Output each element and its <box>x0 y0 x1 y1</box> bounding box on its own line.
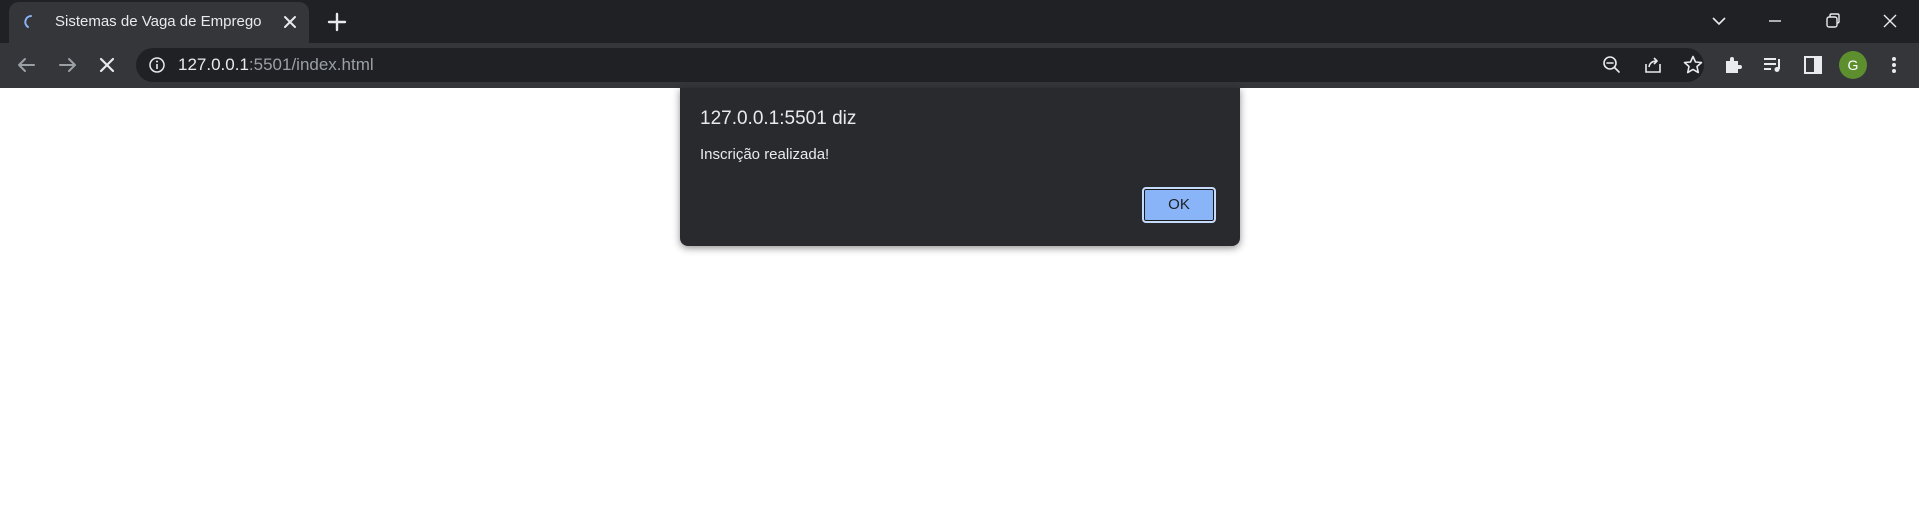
ok-button[interactable]: OK <box>1142 187 1216 223</box>
loading-spinner-icon <box>24 15 32 28</box>
browser-titlebar: Sistemas de Vaga de Emprego <box>0 0 1919 43</box>
url-host: 127.0.0.1 <box>178 55 249 74</box>
close-icon[interactable] <box>1875 6 1905 36</box>
browser-toolbar: 127.0.0.1:5501/index.html G <box>0 43 1919 88</box>
browser-tab[interactable]: Sistemas de Vaga de Emprego <box>9 2 309 43</box>
dialog-origin-title: 127.0.0.1:5501 diz <box>700 108 857 129</box>
url-text[interactable]: 127.0.0.1:5501/index.html <box>178 55 374 75</box>
tab-title: Sistemas de Vaga de Emprego <box>55 13 262 30</box>
media-queue-icon[interactable] <box>1759 51 1787 79</box>
side-panel-icon[interactable] <box>1799 51 1827 79</box>
arrow-right-icon[interactable] <box>54 51 82 79</box>
star-icon[interactable] <box>1681 53 1705 77</box>
info-icon[interactable] <box>148 56 166 74</box>
chevron-down-icon[interactable] <box>1704 6 1734 36</box>
alert-dialog: 127.0.0.1:5501 diz Inscrição realizada! … <box>680 88 1240 246</box>
address-bar[interactable]: 127.0.0.1:5501/index.html <box>136 48 1704 82</box>
zoom-out-icon[interactable] <box>1600 53 1624 77</box>
profile-avatar[interactable]: G <box>1839 51 1867 79</box>
kebab-menu-icon[interactable] <box>1880 51 1908 79</box>
arrow-left-icon[interactable] <box>12 51 40 79</box>
restore-icon[interactable] <box>1818 6 1848 36</box>
url-path: :5501/index.html <box>248 55 374 74</box>
puzzle-icon[interactable] <box>1719 51 1747 79</box>
plus-icon[interactable] <box>325 10 349 34</box>
stop-loading-icon[interactable] <box>93 51 121 79</box>
share-icon[interactable] <box>1641 53 1665 77</box>
minimize-icon[interactable] <box>1760 6 1790 36</box>
tab-close-icon[interactable] <box>281 13 299 31</box>
dialog-message: Inscrição realizada! <box>700 146 830 163</box>
